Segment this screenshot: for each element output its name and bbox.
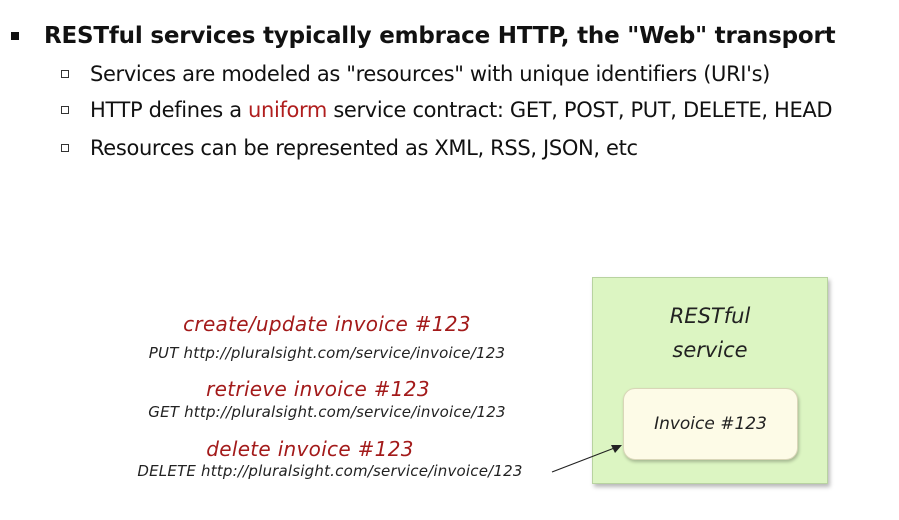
delete-arrow (551, 445, 622, 473)
arrow-line (551, 446, 618, 473)
